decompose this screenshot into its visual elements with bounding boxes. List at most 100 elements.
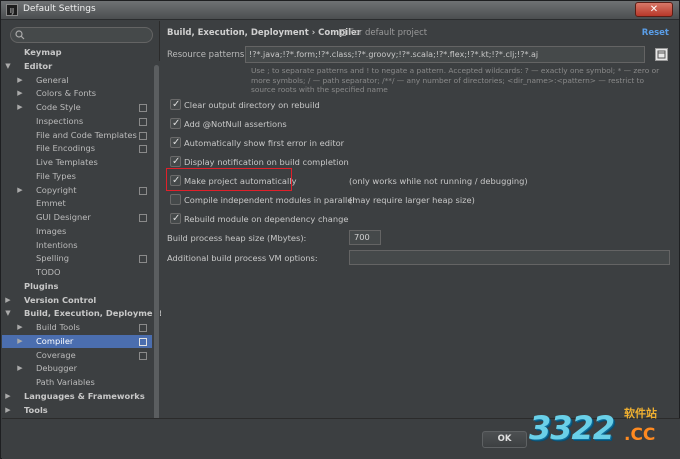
- sidebar-item-label: File and Code Templates: [36, 129, 137, 140]
- option-label: Compile independent modules in parallel: [184, 195, 355, 205]
- sidebar-item-file-types[interactable]: File Types: [2, 170, 152, 184]
- checkbox[interactable]: [170, 194, 181, 205]
- sidebar-item-images[interactable]: Images: [2, 225, 152, 239]
- resource-patterns-input[interactable]: !?*.java;!?*.form;!?*.class;!?*.groovy;!…: [245, 46, 645, 63]
- sidebar-item-editor[interactable]: ▼ Editor: [2, 60, 152, 74]
- sidebar-item-file-encodings[interactable]: File Encodings: [2, 142, 152, 156]
- resource-patterns-label: Resource patterns:: [167, 50, 248, 60]
- sidebar-item-colors-fonts[interactable]: ▶ Colors & Fonts: [2, 87, 152, 101]
- checkbox[interactable]: [170, 98, 181, 111]
- sidebar-item-debugger[interactable]: ▶ Debugger: [2, 362, 152, 376]
- expanded-arrow-icon[interactable]: ▼: [4, 60, 12, 74]
- vm-options-input[interactable]: [349, 250, 670, 265]
- collapsed-arrow-icon[interactable]: ▶: [16, 335, 24, 349]
- site-watermark: 3322 软件站 .CC: [529, 399, 679, 459]
- project-settings-icon: [139, 255, 147, 264]
- checkbox[interactable]: [170, 117, 181, 130]
- heap-size-label: Build process heap size (Mbytes):: [167, 233, 307, 243]
- expanded-arrow-icon[interactable]: ▼: [4, 307, 12, 321]
- for-default-project: For default project: [339, 28, 427, 38]
- highlight-annotation: [166, 168, 292, 191]
- sidebar-item-todo[interactable]: TODO: [2, 266, 152, 280]
- sidebar-item-label: Images: [36, 225, 67, 236]
- sidebar-item-label: GUI Designer: [36, 212, 91, 222]
- expand-icon: [657, 50, 666, 59]
- sidebar-item-label: Compiler: [36, 335, 74, 346]
- project-settings-icon: [139, 117, 147, 126]
- sidebar-item-gui-designer[interactable]: GUI Designer: [2, 211, 152, 225]
- search-input[interactable]: [10, 27, 153, 43]
- sidebar-item-tools[interactable]: ▶ Tools: [2, 404, 152, 418]
- sidebar-item-plugins[interactable]: Plugins: [2, 280, 152, 294]
- collapsed-arrow-icon[interactable]: ▶: [16, 362, 24, 376]
- sidebar-item-label: Colors & Fonts: [36, 88, 97, 99]
- sidebar-item-languages-frameworks[interactable]: ▶ Languages & Frameworks: [2, 390, 152, 404]
- sidebar-item-label: Plugins: [24, 280, 59, 291]
- sidebar-item-live-templates[interactable]: Live Templates: [2, 156, 152, 170]
- sidebar-item-build-execution-deployment[interactable]: ▼ Build, Execution, Deployment: [2, 307, 162, 321]
- sidebar-item-build-tools[interactable]: ▶ Build Tools: [2, 321, 152, 335]
- sidebar-item-label: Version Control: [24, 294, 97, 305]
- compiler-settings-panel: Build, Execution, Deployment › Compiler …: [161, 21, 679, 417]
- sidebar-item-label: Keymap: [24, 47, 62, 57]
- option-label: Rebuild module on dependency change: [184, 214, 349, 224]
- option-label: Clear output directory on rebuild: [184, 100, 320, 110]
- project-settings-icon: [139, 104, 147, 112]
- sidebar-item-label: Code Style: [36, 102, 81, 112]
- project-settings-icon: [139, 186, 147, 195]
- project-settings-icon: [139, 337, 147, 346]
- collapsed-arrow-icon[interactable]: ▶: [16, 74, 24, 88]
- sidebar-item-label: General: [36, 74, 69, 85]
- sidebar-item-file-and-code-templates[interactable]: File and Code Templates: [2, 129, 152, 143]
- sidebar-item-label: Inspections: [36, 115, 84, 126]
- watermark-number: 3322: [529, 409, 615, 447]
- collapsed-arrow-icon[interactable]: ▶: [16, 321, 24, 335]
- sidebar-item-inspections[interactable]: Inspections: [2, 115, 152, 129]
- collapsed-arrow-icon[interactable]: ▶: [16, 87, 24, 101]
- option-note: (may require larger heap size): [349, 195, 475, 205]
- checkbox[interactable]: [170, 212, 181, 225]
- sidebar-item-keymap[interactable]: Keymap: [2, 46, 152, 60]
- collapsed-arrow-icon[interactable]: ▶: [16, 101, 24, 115]
- sidebar-item-label: Copyright: [36, 184, 77, 195]
- sidebar-item-emmet[interactable]: Emmet: [2, 197, 152, 211]
- sidebar-item-label: TODO: [36, 267, 61, 277]
- sidebar-item-label: Live Templates: [36, 157, 98, 167]
- collapsed-arrow-icon[interactable]: ▶: [4, 294, 12, 308]
- vm-options-label: Additional build process VM options:: [167, 253, 318, 263]
- watermark-cn: 软件站: [624, 407, 657, 420]
- project-settings-icon: [139, 145, 147, 154]
- sidebar-item-label: Build, Execution, Deployment: [24, 308, 163, 319]
- sidebar-scrollbar-thumb[interactable]: [154, 65, 159, 425]
- heap-size-input[interactable]: 700: [349, 230, 381, 245]
- ok-button[interactable]: OK: [482, 431, 527, 448]
- settings-sidebar: Keymap ▼ Editor ▶ General ▶ Colors & Fonts ▶ Cod…: [2, 21, 162, 435]
- sidebar-item-label: Spelling: [36, 253, 70, 264]
- sidebar-item-label: Tools: [24, 404, 48, 415]
- close-button[interactable]: ✕: [635, 2, 673, 17]
- project-settings-icon: [139, 351, 147, 360]
- sidebar-item-label: Build Tools: [36, 322, 80, 332]
- sidebar-item-version-control[interactable]: ▶ Version Control: [2, 294, 152, 308]
- sidebar-item-spelling[interactable]: Spelling: [2, 252, 152, 266]
- expand-field-button[interactable]: [655, 48, 668, 61]
- reset-link[interactable]: Reset: [642, 28, 669, 38]
- sidebar-item-coverage[interactable]: Coverage: [2, 349, 152, 363]
- window-title: Default Settings: [23, 4, 96, 14]
- sidebar-scrollbar[interactable]: [153, 61, 160, 435]
- sidebar-item-copyright[interactable]: ▶ Copyright: [2, 184, 152, 198]
- checkbox[interactable]: [170, 136, 181, 149]
- sidebar-item-label: File Types: [36, 170, 76, 181]
- project-settings-icon: [139, 214, 147, 222]
- collapsed-arrow-icon[interactable]: ▶: [4, 404, 12, 418]
- collapsed-arrow-icon[interactable]: ▶: [16, 184, 24, 198]
- sidebar-item-compiler[interactable]: ▶ Compiler: [2, 334, 152, 349]
- sidebar-item-path-variables[interactable]: Path Variables: [2, 376, 152, 390]
- search-icon: [15, 30, 25, 40]
- sidebar-item-intentions[interactable]: Intentions: [2, 239, 152, 253]
- sidebar-item-general[interactable]: ▶ General: [2, 74, 152, 88]
- sidebar-item-label: Emmet: [36, 198, 66, 209]
- sidebar-item-code-style[interactable]: ▶ Code Style: [2, 101, 152, 115]
- checkbox[interactable]: [170, 155, 181, 168]
- collapsed-arrow-icon[interactable]: ▶: [4, 390, 12, 404]
